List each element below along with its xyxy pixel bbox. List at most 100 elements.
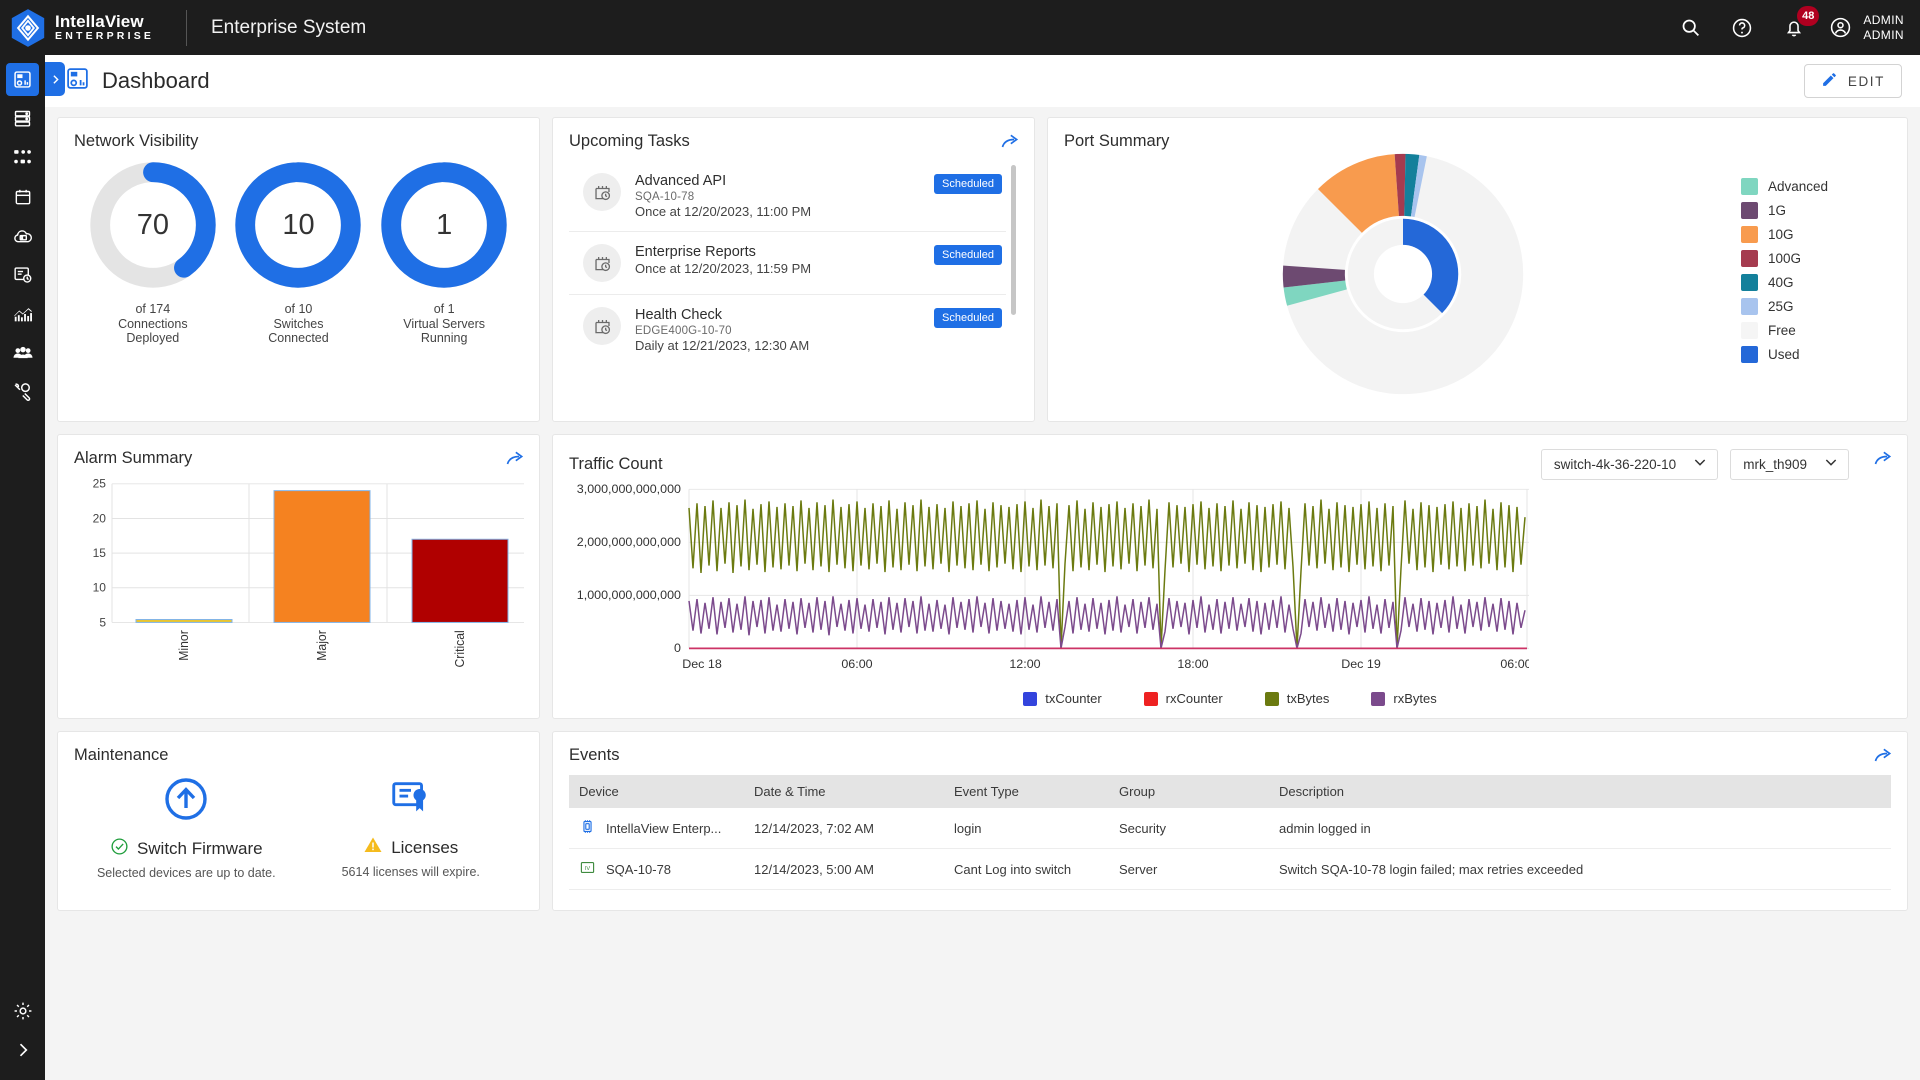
table-row[interactable]: IV SQA-10-78 12/14/2023, 5:00 AM Cant Lo…: [569, 848, 1891, 890]
status-badge: Scheduled: [934, 245, 1002, 265]
sidebar-expand-bottom-icon[interactable]: [6, 1033, 39, 1066]
legend-item[interactable]: 25G: [1741, 297, 1883, 315]
column-header-datetime[interactable]: Date & Time: [744, 775, 944, 808]
legend-item[interactable]: Advanced: [1741, 177, 1883, 195]
help-circle-icon[interactable]: [1729, 15, 1755, 41]
svg-text:0: 0: [674, 641, 681, 654]
legend-item[interactable]: 1G: [1741, 201, 1883, 219]
task-name: Enterprise Reports: [635, 244, 756, 260]
gauge-value: 1: [436, 208, 453, 241]
task-schedule: Once at 12/20/2023, 11:00 PM: [635, 204, 812, 219]
sidebar-expand-icon[interactable]: [45, 62, 65, 96]
svg-text:06:00: 06:00: [1500, 657, 1529, 670]
sidebar-item-devices[interactable]: [6, 102, 39, 135]
brand-name: IntellaView: [55, 12, 144, 32]
maintenance-licenses[interactable]: Licenses 5614 licenses will expire.: [316, 775, 506, 880]
traffic-count-card: Traffic Count switch-4k-36-220-10 mrk_th…: [552, 434, 1908, 719]
search-icon[interactable]: [1677, 15, 1703, 41]
svg-text:IV: IV: [585, 866, 591, 872]
sidebar-item-tools[interactable]: [6, 375, 39, 408]
sidebar-item-users[interactable]: [6, 336, 39, 369]
column-header-event-type[interactable]: Event Type: [944, 775, 1109, 808]
list-item[interactable]: Health Check EDGE400G-10-70 Daily at 12/…: [569, 295, 1006, 365]
svg-text:Dec 19: Dec 19: [1341, 657, 1381, 670]
maintenance-detail: 5614 licenses will expire.: [341, 865, 480, 879]
column-header-description[interactable]: Description: [1269, 775, 1891, 808]
column-header-device[interactable]: Device: [569, 775, 744, 808]
svg-text:5: 5: [99, 615, 106, 629]
svg-text:2,000,000,000,000: 2,000,000,000,000: [577, 535, 681, 548]
status-badge: Scheduled: [934, 174, 1002, 194]
legend-label: 40G: [1768, 274, 1794, 290]
share-arrow-icon[interactable]: [1000, 132, 1020, 152]
maintenance-firmware-title: Switch Firmware: [91, 837, 281, 861]
share-arrow-icon[interactable]: [505, 449, 525, 469]
bell-icon[interactable]: 48: [1781, 5, 1820, 41]
gear-icon[interactable]: [6, 994, 39, 1027]
legend-item[interactable]: txBytes: [1264, 691, 1329, 706]
share-arrow-icon[interactable]: [1873, 746, 1893, 766]
calendar-clock-icon: [583, 173, 621, 211]
gauge-switches: 10 of 10 Switches Connected: [228, 159, 368, 346]
user-name-line1: ADMIN: [1863, 12, 1904, 27]
dashboard-grid: Network Visibility 70 of 174 Connections…: [45, 107, 1920, 911]
events-card: Events Device Date & Time Event Type Gro…: [552, 731, 1908, 911]
cell-device-label: IntellaView Enterp...: [606, 820, 722, 836]
user-menu[interactable]: ADMIN ADMIN: [1827, 13, 1904, 43]
dashboard-icon: [65, 66, 90, 96]
page-title: Dashboard: [102, 68, 210, 93]
maintenance-licenses-title: Licenses: [316, 835, 506, 860]
list-item[interactable]: Advanced API SQA-10-78 Once at 12/20/202…: [569, 161, 1006, 232]
legend-item[interactable]: 10G: [1741, 225, 1883, 243]
sidebar-item-dashboard[interactable]: [6, 63, 39, 96]
device-select[interactable]: switch-4k-36-220-10: [1540, 449, 1719, 480]
legend-swatch: [1023, 691, 1038, 706]
upload-arrow-circle-icon: [162, 778, 210, 827]
table-header-row: Device Date & Time Event Type Group Desc…: [569, 775, 1891, 808]
edit-button[interactable]: EDIT: [1803, 64, 1902, 98]
task-list-scrollbar[interactable]: [1011, 165, 1016, 315]
sidebar-item-topology[interactable]: [6, 141, 39, 174]
svg-text:20: 20: [93, 512, 107, 526]
warning-triangle-icon: [363, 835, 383, 860]
chevron-down-icon: [1692, 454, 1708, 475]
legend-item[interactable]: Free: [1741, 321, 1883, 339]
svg-text:Dec 18: Dec 18: [682, 657, 722, 670]
events-title: Events: [569, 746, 620, 764]
device-select-value: switch-4k-36-220-10: [1553, 457, 1677, 472]
legend-item[interactable]: Used: [1741, 345, 1883, 363]
legend-label: Free: [1768, 322, 1796, 338]
maintenance-body: Switch Firmware Selected devices are up …: [74, 775, 523, 880]
task-schedule: Once at 12/20/2023, 11:59 PM: [635, 261, 812, 276]
gauge-total: of 1: [433, 302, 455, 316]
legend-item[interactable]: 40G: [1741, 273, 1883, 291]
task-list[interactable]: Advanced API SQA-10-78 Once at 12/20/202…: [569, 161, 1018, 399]
legend-item[interactable]: 100G: [1741, 249, 1883, 267]
legend-label: Advanced: [1768, 178, 1829, 194]
metric-select[interactable]: mrk_th909: [1730, 449, 1849, 480]
maintenance-title: Maintenance: [74, 746, 169, 764]
list-item[interactable]: Enterprise Reports Once at 12/20/2023, 1…: [569, 232, 1006, 295]
table-row[interactable]: IntellaView Enterp... 12/14/2023, 7:02 A…: [569, 808, 1891, 849]
sidebar-item-cloud[interactable]: [6, 219, 39, 252]
legend-swatch: [1741, 201, 1758, 219]
legend-swatch: [1741, 273, 1758, 291]
svg-text:15: 15: [93, 546, 107, 560]
column-header-group[interactable]: Group: [1109, 775, 1269, 808]
sidebar-item-tasks[interactable]: [6, 258, 39, 291]
sidebar-item-calendar[interactable]: [6, 180, 39, 213]
share-arrow-icon[interactable]: [1873, 449, 1893, 469]
sidebar-item-analytics[interactable]: [6, 297, 39, 330]
chip-icon: [579, 818, 596, 838]
account-circle-icon[interactable]: [1827, 15, 1853, 41]
legend-item[interactable]: rxCounter: [1143, 691, 1223, 706]
cell-group: Server: [1109, 848, 1269, 890]
maintenance-card: Maintenance Switch Firmware Selected dev…: [57, 731, 540, 911]
brand[interactable]: IntellaView ENTERPRISE: [0, 8, 182, 48]
maintenance-firmware[interactable]: Switch Firmware Selected devices are up …: [91, 775, 281, 880]
legend-label: 25G: [1768, 298, 1794, 314]
maintenance-label: Licenses: [391, 837, 459, 857]
legend-item[interactable]: rxBytes: [1371, 691, 1437, 706]
legend-item[interactable]: txCounter: [1023, 691, 1102, 706]
legend-label: txCounter: [1045, 691, 1102, 706]
